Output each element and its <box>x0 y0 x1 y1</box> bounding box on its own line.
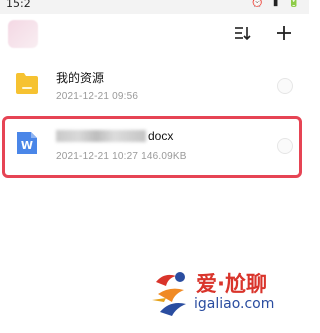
file-extension: docx <box>148 129 174 143</box>
redacted-name <box>56 130 146 142</box>
watermark-text: 爱·尬聊 <box>196 272 267 296</box>
watermark-url: igaliao.com <box>194 296 275 312</box>
plus-icon <box>277 26 291 40</box>
watermark: 爱·尬聊 igaliao.com <box>150 266 300 322</box>
status-icons: ⏰ ▮ 🔋 <box>251 0 303 8</box>
svg-text:W: W <box>21 139 33 152</box>
add-button[interactable] <box>273 22 295 44</box>
select-radio[interactable] <box>277 138 293 154</box>
status-time: 15:2 <box>6 0 31 10</box>
list-item-doc[interactable]: W docx 2021-12-21 10:27 146.09KB <box>6 118 303 172</box>
word-doc-icon: W <box>17 132 37 154</box>
watermark-logo-icon <box>152 272 186 316</box>
sort-icon <box>235 27 251 40</box>
folder-icon <box>16 73 38 94</box>
select-radio[interactable] <box>277 78 293 94</box>
status-bar: 15:2 ⏰ ▮ 🔋 <box>0 0 309 14</box>
file-meta: 2021-12-21 10:27 146.09KB <box>56 151 187 162</box>
sort-button[interactable] <box>232 22 254 44</box>
file-meta: 2021-12-21 09:56 <box>56 91 139 102</box>
list-item-folder[interactable]: 我的资源 2021-12-21 09:56 <box>6 58 303 112</box>
file-name: docx <box>56 129 173 143</box>
avatar[interactable] <box>8 20 38 48</box>
file-name: 我的资源 <box>56 71 105 85</box>
